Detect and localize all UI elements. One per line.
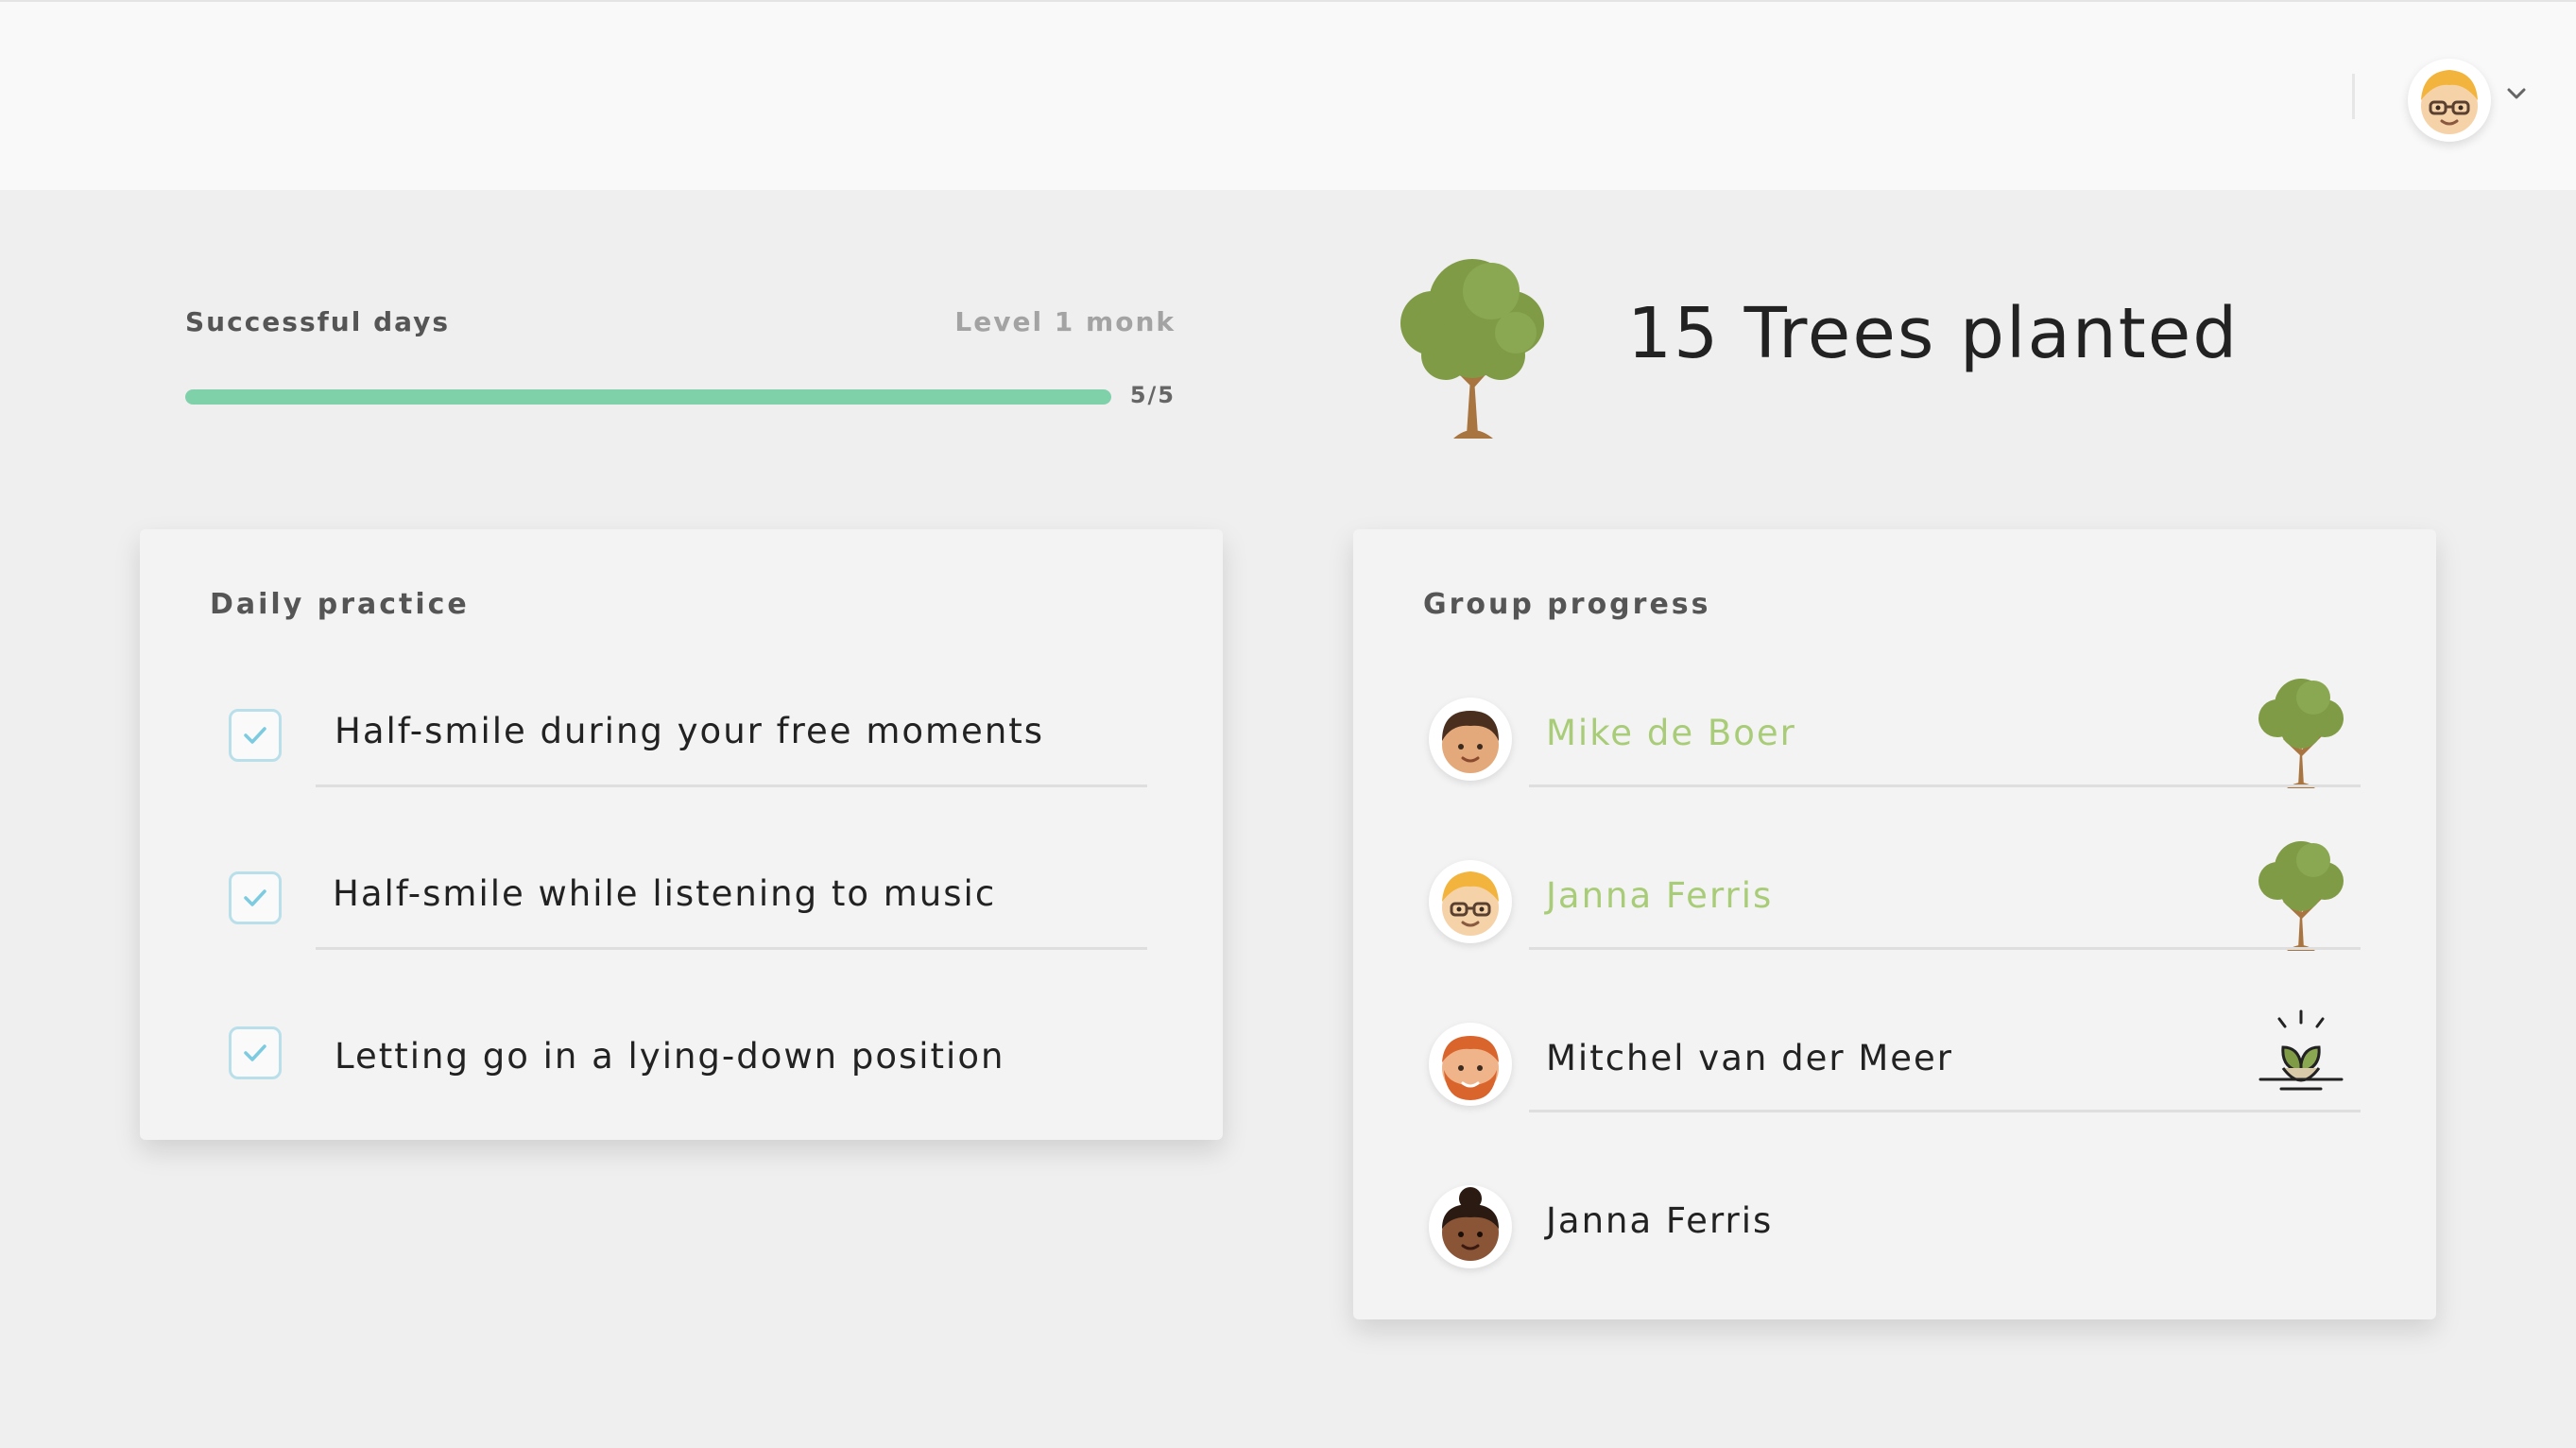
practice-item[interactable]: Letting go in a lying-down position [140,977,1223,1140]
app-page: Successful days Level 1 monk 5/5 15 Tree… [0,0,2576,1448]
successful-days-progress: Successful days Level 1 monk 5/5 [185,302,1176,416]
tree-icon [1400,259,1544,439]
avatar-red-beard-icon [1429,1023,1512,1106]
practice-checkbox[interactable] [229,1026,282,1079]
member-row[interactable]: Mitchel van der Meer [1353,977,2436,1140]
progress-fill [185,389,1111,405]
member-row[interactable]: Janna Ferris [1353,1140,2436,1302]
member-name: Mitchel van der Meer [1546,1038,1953,1078]
top-bar [0,0,2576,190]
member-name: Janna Ferris [1546,1200,1774,1241]
item-divider [316,947,1147,950]
member-row[interactable]: Mike de Boer [1353,652,2436,815]
user-avatar-blonde-glasses-icon[interactable] [2408,59,2491,142]
avatar-dark-skin-bun-icon [1429,1185,1512,1268]
item-divider [316,784,1147,787]
member-row[interactable]: Janna Ferris [1353,815,2436,977]
practice-label: Half-smile during your free moments [335,711,1045,751]
progress-count: 5/5 [1129,382,1176,408]
member-name: Mike de Boer [1546,713,1796,753]
group-progress-title: Group progress [1423,588,1711,621]
trees-planted-title: 15 Trees planted [1627,293,2240,374]
avatar-blonde-glasses-icon [1429,860,1512,943]
daily-practice-card: Daily practice Half-smile during your fr… [140,529,1223,1140]
practice-checkbox[interactable] [229,709,282,762]
check-icon [244,1044,266,1061]
practice-label: Letting go in a lying-down position [335,1036,1005,1077]
chevron-down-icon[interactable] [2502,79,2531,108]
daily-practice-title: Daily practice [210,588,470,621]
member-divider [1529,947,2361,950]
practice-item[interactable]: Half-smile while listening to music [140,815,1223,977]
user-menu[interactable] [2400,51,2533,146]
check-icon [244,889,266,906]
practice-label: Half-smile while listening to music [333,873,997,914]
level-label: Level 1 monk [954,306,1176,337]
tree-icon [2258,679,2344,788]
avatar-boy-dark-hair-icon [1429,698,1512,781]
topbar-divider [2352,74,2355,119]
progress-track [185,389,1111,405]
check-icon [244,727,266,744]
member-name: Janna Ferris [1546,875,1774,916]
member-divider [1529,784,2361,787]
practice-item[interactable]: Half-smile during your free moments [140,652,1223,815]
member-divider [1529,1110,2361,1112]
practice-checkbox[interactable] [229,871,282,924]
progress-label: Successful days [185,306,451,337]
group-progress-card: Group progress Mike de Boer Janna Ferris… [1353,529,2436,1319]
tree-icon [2258,841,2344,951]
